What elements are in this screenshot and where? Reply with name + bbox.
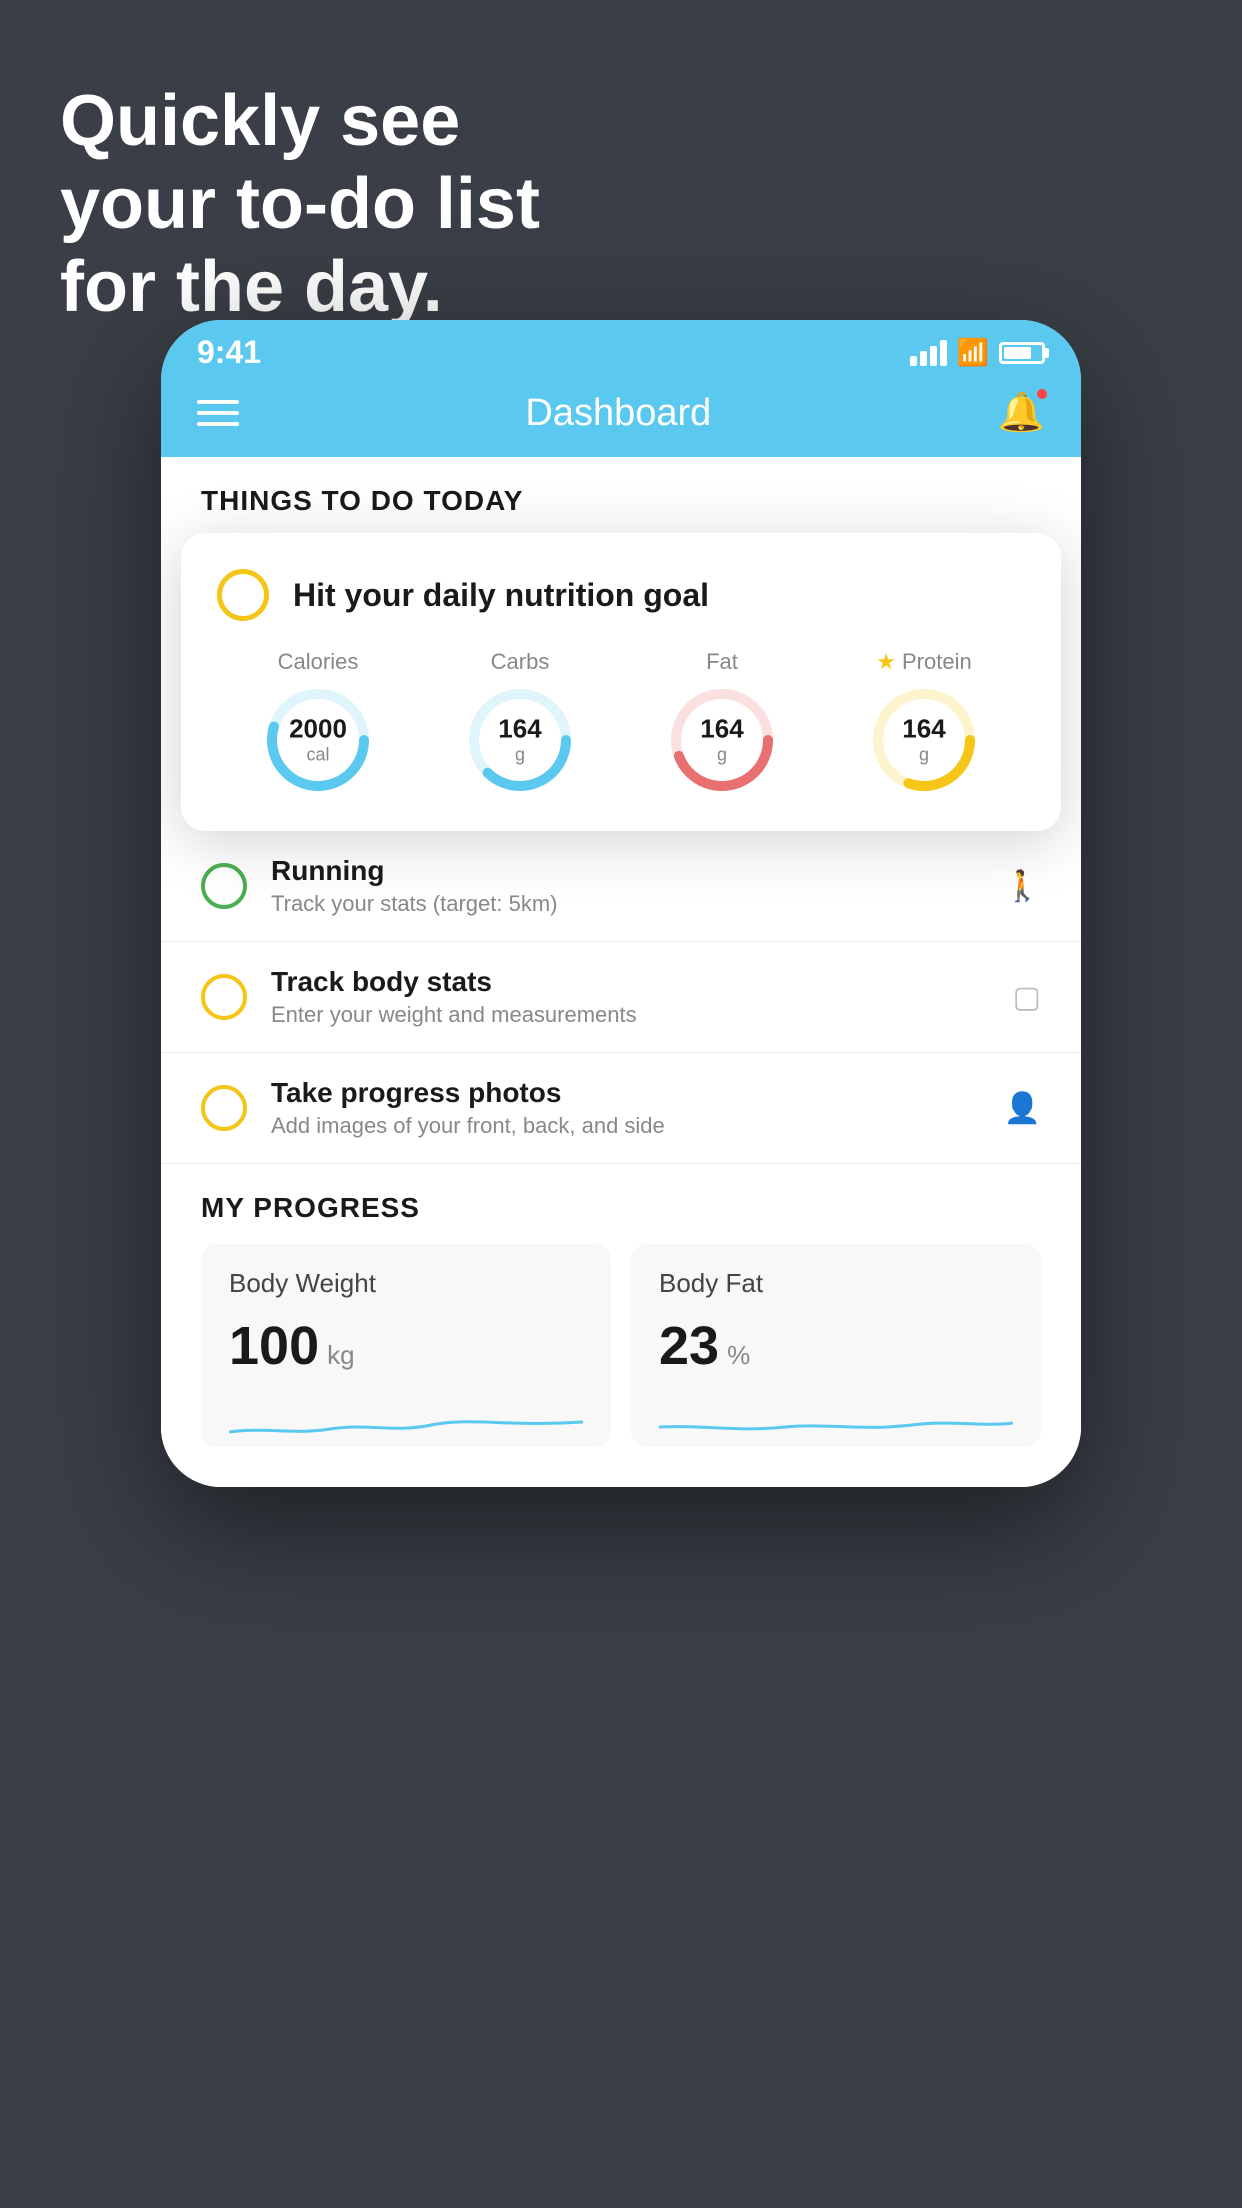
body-fat-card[interactable]: Body Fat 23 %	[631, 1244, 1041, 1447]
nav-title: Dashboard	[525, 392, 711, 435]
fat-unit: g	[700, 745, 743, 767]
notification-bell-icon[interactable]: 🔔	[998, 391, 1045, 435]
protein-item: ★ Protein 164 g	[869, 649, 979, 795]
wifi-icon: 📶	[957, 337, 989, 368]
task-photos[interactable]: Take progress photos Add images of your …	[161, 1053, 1081, 1164]
body-fat-title: Body Fat	[659, 1268, 1013, 1299]
task-photos-text: Take progress photos Add images of your …	[271, 1077, 980, 1139]
status-icons: 📶	[910, 337, 1045, 368]
notification-dot	[1035, 387, 1049, 401]
today-section-header: THINGS TO DO TODAY	[161, 457, 1081, 533]
headline: Quickly see your to-do list for the day.	[60, 80, 540, 328]
signal-icon	[910, 340, 947, 366]
protein-label: ★ Protein	[876, 649, 971, 675]
body-weight-number: 100	[229, 1315, 319, 1377]
phone-content: THINGS TO DO TODAY Hit your daily nutrit…	[161, 457, 1081, 1487]
carbs-label: Carbs	[491, 649, 550, 675]
task-body-stats-title: Track body stats	[271, 966, 989, 998]
calories-label: Calories	[278, 649, 359, 675]
body-fat-value-row: 23 %	[659, 1315, 1013, 1377]
carbs-item: Carbs 164 g	[465, 649, 575, 795]
status-time: 9:41	[197, 334, 261, 371]
task-photos-check	[201, 1085, 247, 1131]
status-bar: 9:41 📶	[161, 320, 1081, 377]
shoe-icon: 🚶	[1004, 869, 1041, 904]
task-body-stats-check	[201, 974, 247, 1020]
menu-button[interactable]	[197, 400, 239, 426]
progress-section: MY PROGRESS Body Weight 100 kg	[161, 1164, 1081, 1487]
calories-value: 2000	[289, 714, 347, 745]
nutrition-check-circle	[217, 569, 269, 621]
body-weight-unit: kg	[327, 1340, 354, 1371]
fat-item: Fat 164 g	[667, 649, 777, 795]
body-fat-chart	[659, 1397, 1013, 1447]
nav-bar: Dashboard 🔔	[161, 377, 1081, 457]
calories-unit: cal	[289, 745, 347, 767]
task-running-subtitle: Track your stats (target: 5km)	[271, 891, 980, 917]
body-weight-chart	[229, 1397, 583, 1447]
battery-icon	[999, 342, 1045, 364]
phone-frame: 9:41 📶 Dashboard 🔔 THINGS TO DO TOD	[161, 320, 1081, 1487]
protein-ring: 164 g	[869, 685, 979, 795]
protein-unit: g	[902, 745, 945, 767]
task-list: Running Track your stats (target: 5km) 🚶…	[161, 831, 1081, 1164]
carbs-ring: 164 g	[465, 685, 575, 795]
carbs-value: 164	[498, 714, 541, 745]
task-running[interactable]: Running Track your stats (target: 5km) 🚶	[161, 831, 1081, 942]
nutrition-card[interactable]: Hit your daily nutrition goal Calories 2…	[181, 533, 1061, 831]
body-weight-card[interactable]: Body Weight 100 kg	[201, 1244, 611, 1447]
portrait-icon: 👤	[1004, 1091, 1041, 1126]
body-fat-number: 23	[659, 1315, 719, 1377]
task-body-stats-subtitle: Enter your weight and measurements	[271, 1002, 989, 1028]
protein-value: 164	[902, 714, 945, 745]
task-running-text: Running Track your stats (target: 5km)	[271, 855, 980, 917]
task-photos-subtitle: Add images of your front, back, and side	[271, 1113, 980, 1139]
body-fat-unit: %	[727, 1340, 750, 1371]
calories-ring: 2000 cal	[263, 685, 373, 795]
nutrition-card-title-row: Hit your daily nutrition goal	[217, 569, 1025, 621]
progress-cards: Body Weight 100 kg Body Fat 23	[201, 1244, 1041, 1447]
star-icon: ★	[876, 649, 896, 675]
fat-value: 164	[700, 714, 743, 745]
body-weight-title: Body Weight	[229, 1268, 583, 1299]
nutrition-circles-row: Calories 2000 cal Carbs	[217, 649, 1025, 795]
fat-ring: 164 g	[667, 685, 777, 795]
progress-header: MY PROGRESS	[201, 1164, 1041, 1244]
fat-label: Fat	[706, 649, 738, 675]
nutrition-title: Hit your daily nutrition goal	[293, 577, 709, 614]
carbs-unit: g	[498, 745, 541, 767]
task-body-stats-text: Track body stats Enter your weight and m…	[271, 966, 989, 1028]
task-running-check	[201, 863, 247, 909]
scale-icon: ▢	[1013, 980, 1041, 1015]
task-photos-title: Take progress photos	[271, 1077, 980, 1109]
calories-item: Calories 2000 cal	[263, 649, 373, 795]
task-body-stats[interactable]: Track body stats Enter your weight and m…	[161, 942, 1081, 1053]
task-running-title: Running	[271, 855, 980, 887]
body-weight-value-row: 100 kg	[229, 1315, 583, 1377]
